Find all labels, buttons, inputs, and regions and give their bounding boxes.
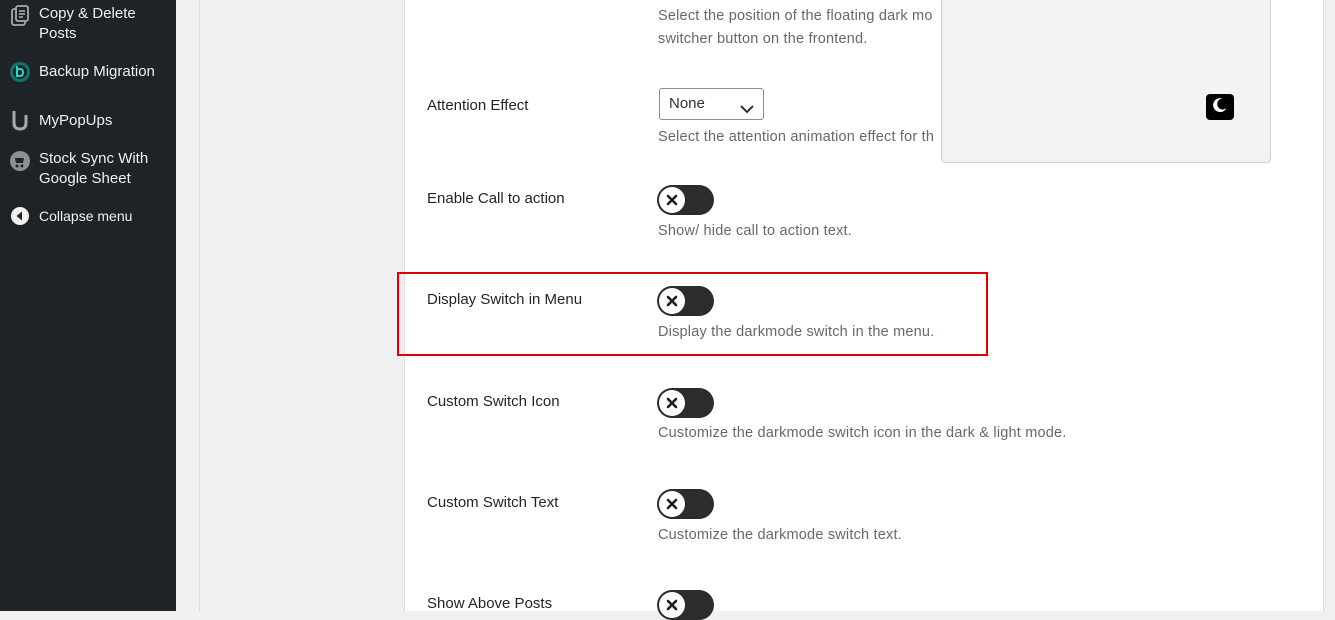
close-icon [666, 397, 678, 409]
close-icon [666, 498, 678, 510]
copy-delete-icon [8, 4, 32, 28]
collapse-arrow-icon [8, 204, 32, 228]
sidebar-item-mypopups[interactable]: MyPopUps [0, 111, 176, 131]
sidebar-item-label: Copy & Delete Posts [39, 5, 136, 42]
custom-switch-text-description: Customize the darkmode switch text. [658, 527, 902, 543]
sidebar-item-copy-delete-posts[interactable]: Copy & Delete Posts [0, 4, 176, 44]
admin-sidebar: Copy & Delete Posts Backup Migration MyP… [0, 0, 176, 611]
show-above-posts-label: Show Above Posts [427, 595, 553, 612]
moon-icon [1211, 96, 1229, 119]
collapse-menu-label: Collapse menu [39, 208, 133, 224]
sidebar-item-label: MyPopUps [39, 112, 113, 129]
toggle-off-knob [659, 187, 685, 213]
switch-preview-box [941, 0, 1271, 163]
attention-effect-select[interactable]: None [659, 88, 764, 120]
collapse-menu-button[interactable]: Collapse menu [0, 206, 176, 226]
chevron-down-icon [739, 97, 755, 127]
enable-cta-description: Show/ hide call to action text. [658, 223, 852, 239]
attention-effect-value: None [669, 95, 705, 112]
custom-switch-text-label: Custom Switch Text [427, 494, 559, 511]
stock-sync-icon [8, 149, 32, 173]
show-above-posts-toggle[interactable] [657, 590, 714, 620]
enable-cta-toggle[interactable] [657, 185, 714, 215]
preview-darkmode-switch[interactable] [1206, 94, 1234, 120]
sidebar-item-stock-sync[interactable]: Stock Sync With Google Sheet [0, 149, 176, 189]
position-description: Select the position of the floating dark… [658, 8, 933, 47]
attention-effect-description: Select the attention animation effect fo… [658, 129, 935, 145]
custom-switch-icon-description: Customize the darkmode switch icon in th… [658, 425, 1067, 441]
toggle-off-knob [659, 592, 685, 618]
attention-effect-label: Attention Effect [427, 97, 529, 114]
highlight-box [397, 272, 988, 356]
toggle-off-knob [659, 491, 685, 517]
close-icon [666, 599, 678, 611]
custom-switch-icon-label: Custom Switch Icon [427, 393, 560, 410]
content-divider [199, 0, 200, 611]
custom-switch-text-toggle[interactable] [657, 489, 714, 519]
mypopups-icon [8, 108, 32, 132]
close-icon [666, 194, 678, 206]
toggle-off-knob [659, 390, 685, 416]
enable-cta-label: Enable Call to action [427, 190, 565, 207]
sidebar-item-backup-migration[interactable]: Backup Migration [0, 62, 176, 82]
sidebar-item-label: Stock Sync With Google Sheet [39, 150, 149, 187]
custom-switch-icon-toggle[interactable] [657, 388, 714, 418]
sidebar-item-label: Backup Migration [39, 63, 155, 80]
backup-migration-icon [8, 60, 32, 84]
